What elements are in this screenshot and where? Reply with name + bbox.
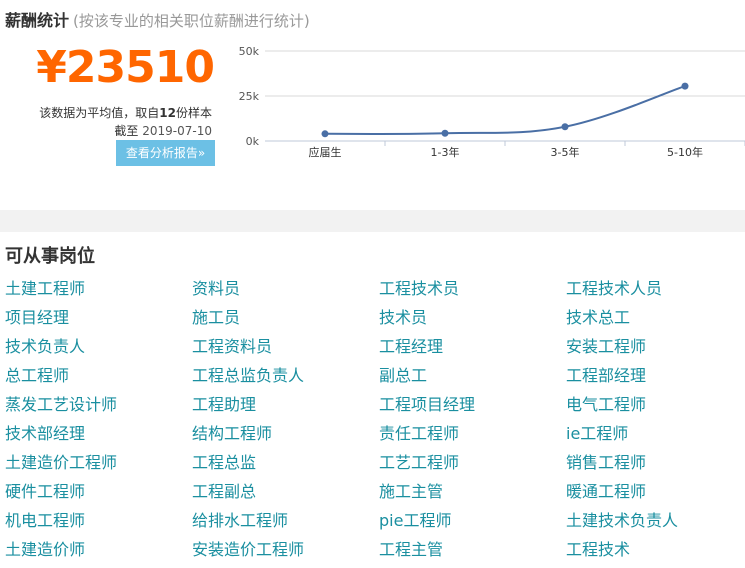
salary-line-chart: 0k 25k 50k 应届生 1-3年 3-5年 5-10年 (239, 45, 745, 159)
position-link[interactable]: 土建造价师 (5, 540, 85, 560)
sample-count: 12 (159, 106, 176, 120)
position-link[interactable]: 安装工程师 (566, 337, 646, 357)
salary-section-title: 薪酬统计 (按该专业的相关职位薪酬进行统计) (5, 7, 310, 31)
position-link[interactable]: 施工员 (192, 308, 240, 328)
x-tick-label: 5-10年 (667, 145, 703, 159)
average-salary-value: ¥23510 (36, 42, 215, 93)
position-link[interactable]: 副总工 (379, 366, 427, 386)
position-link[interactable]: 蒸发工艺设计师 (5, 395, 117, 415)
data-point (561, 123, 569, 131)
date-prefix: 截至 (114, 124, 139, 138)
position-link[interactable]: 工艺工程师 (379, 453, 459, 473)
position-link[interactable]: 暖通工程师 (566, 482, 646, 502)
position-link[interactable]: 施工主管 (379, 482, 443, 502)
sample-info: 该数据为平均值，取自12份样本 (0, 104, 212, 121)
position-link[interactable]: 电气工程师 (566, 395, 646, 415)
position-link[interactable]: 技术部经理 (5, 424, 85, 444)
salary-series-line (324, 85, 686, 135)
position-link[interactable]: 工程主管 (379, 540, 443, 560)
x-tick-label: 3-5年 (551, 145, 580, 159)
position-link[interactable]: 技术总工 (566, 308, 630, 328)
position-link[interactable]: 土建工程师 (5, 279, 85, 299)
position-link[interactable]: 机电工程师 (5, 511, 85, 531)
position-link[interactable]: 工程技术人员 (566, 279, 662, 299)
position-link[interactable]: 工程经理 (379, 337, 443, 357)
data-point (321, 130, 329, 138)
position-link[interactable]: 工程部经理 (566, 366, 646, 386)
position-link[interactable]: 工程副总 (192, 482, 256, 502)
position-link[interactable]: 土建技术负责人 (566, 511, 678, 531)
position-link[interactable]: 技术负责人 (5, 337, 85, 357)
position-link[interactable]: 工程技术员 (379, 279, 459, 299)
salary-section: 薪酬统计 (按该专业的相关职位薪酬进行统计) ¥23510 该数据为平均值，取自1… (0, 0, 745, 210)
view-report-button[interactable]: 查看分析报告» (116, 140, 215, 166)
date-info: 截至 2019-07-10 (0, 122, 212, 139)
data-point (681, 82, 689, 90)
stat-date: 2019-07-10 (142, 124, 212, 138)
position-link[interactable]: 土建造价工程师 (5, 453, 117, 473)
salary-title: 薪酬统计 (5, 11, 70, 30)
y-tick-label: 50k (239, 45, 260, 58)
section-divider-band (0, 210, 745, 232)
position-link[interactable]: 责任工程师 (379, 424, 459, 444)
sample-prefix: 该数据为平均值，取自 (39, 106, 160, 120)
sample-suffix: 份样本 (175, 106, 212, 120)
position-link[interactable]: 总工程师 (5, 366, 69, 386)
position-link[interactable]: ie工程师 (566, 424, 628, 444)
positions-title: 可从事岗位 (5, 246, 95, 267)
y-tick-label: 25k (239, 90, 260, 103)
x-tick-label: 1-3年 (431, 145, 460, 159)
position-link[interactable]: 技术员 (379, 308, 427, 328)
position-link[interactable]: 工程总监 (192, 453, 256, 473)
position-link[interactable]: 硬件工程师 (5, 482, 85, 502)
position-link[interactable]: 结构工程师 (192, 424, 272, 444)
position-link[interactable]: pie工程师 (379, 511, 451, 531)
position-link[interactable]: 工程助理 (192, 395, 256, 415)
data-point (441, 129, 449, 137)
position-link[interactable]: 项目经理 (5, 308, 69, 328)
x-tick-label: 应届生 (309, 145, 342, 159)
position-link[interactable]: 工程技术 (566, 540, 630, 560)
position-link[interactable]: 工程项目经理 (379, 395, 475, 415)
position-link[interactable]: 资料员 (192, 279, 240, 299)
salary-subtitle: (按该专业的相关职位薪酬进行统计) (73, 12, 310, 30)
position-link[interactable]: 工程总监负责人 (192, 366, 304, 386)
position-link[interactable]: 销售工程师 (566, 453, 646, 473)
position-link[interactable]: 安装造价工程师 (192, 540, 304, 560)
y-tick-label: 0k (246, 135, 260, 148)
position-link[interactable]: 给排水工程师 (192, 511, 288, 531)
position-link[interactable]: 工程资料员 (192, 337, 272, 357)
